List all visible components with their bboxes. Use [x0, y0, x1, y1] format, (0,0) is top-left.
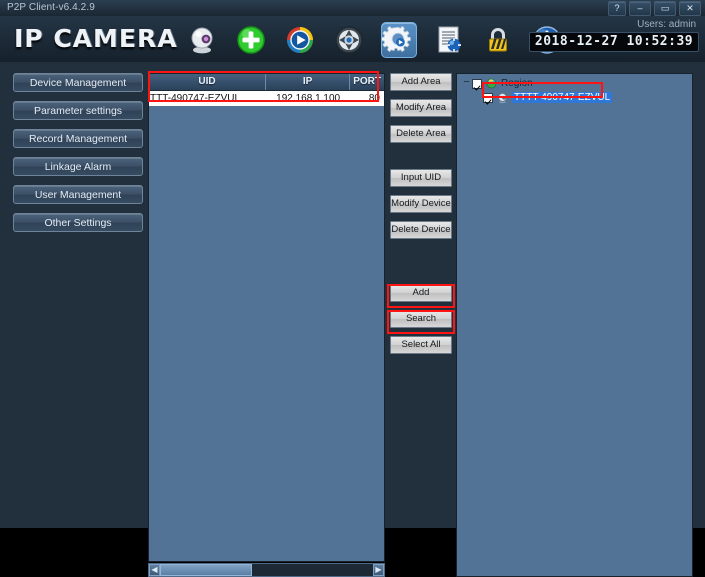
scroll-track[interactable] — [160, 564, 373, 576]
device-list-header: UID IP PORT — [149, 74, 384, 91]
search-button[interactable]: Search — [390, 310, 452, 328]
cell-uid: TTT-490747-EZVUL — [150, 93, 241, 104]
toolbar-icons — [185, 20, 564, 60]
sidebar-item-other-settings[interactable]: Other Settings — [13, 213, 143, 232]
application-window: P2P Client-v6.4.2.9 ? – ▭ ✕ IP CAMERA Us… — [0, 0, 705, 577]
window-controls: ? – ▭ ✕ — [608, 0, 701, 16]
sidebar-item-record-management[interactable]: Record Management — [13, 129, 143, 148]
camera-icon[interactable] — [185, 23, 219, 57]
column-header-ip[interactable]: IP — [266, 74, 351, 90]
ptz-control-icon[interactable] — [332, 23, 366, 57]
playback-icon[interactable] — [283, 23, 317, 57]
user-info: Users: admin 2018-12-27 10:52:39 — [529, 19, 699, 52]
minimize-button[interactable]: – — [629, 0, 651, 16]
delete-area-button[interactable]: Delete Area — [390, 125, 452, 143]
tree-node-region[interactable]: − Region — [461, 77, 692, 90]
sidebar-item-parameter-settings[interactable]: Parameter settings — [13, 101, 143, 120]
scroll-right-arrow-icon[interactable]: ▶ — [373, 564, 384, 576]
brand-title: IP CAMERA — [14, 24, 178, 53]
tree-label-device: TTTT-490747-EZVUL — [512, 92, 613, 103]
cell-port: 80 — [368, 93, 380, 104]
close-button[interactable]: ✕ — [679, 0, 701, 16]
region-tree-panel[interactable]: − Region TTTT-490747-EZVUL — [456, 73, 693, 577]
log-document-icon[interactable] — [432, 23, 466, 57]
action-button-column: Add Area Modify Area Delete Area Input U… — [390, 73, 452, 362]
add-area-button[interactable]: Add Area — [390, 73, 452, 91]
region-globe-icon — [485, 78, 498, 90]
sidebar-item-user-management[interactable]: User Management — [13, 185, 143, 204]
tree-checkbox-region[interactable] — [472, 78, 482, 89]
scroll-thumb[interactable] — [160, 564, 252, 576]
tree-label-region: Region — [501, 78, 533, 89]
maximize-button[interactable]: ▭ — [654, 0, 676, 16]
device-list-panel[interactable]: UID IP PORT TTT-490747-EZVUL 192.168.1.1… — [148, 73, 385, 562]
user-label: Users: admin — [637, 19, 696, 30]
modify-device-button[interactable]: Modify Device — [390, 195, 452, 213]
collapse-expander-icon[interactable]: − — [461, 77, 472, 89]
add-button[interactable]: Add — [390, 284, 452, 302]
lock-icon[interactable] — [481, 23, 515, 57]
device-list-hscrollbar[interactable]: ◀ ▶ — [148, 563, 385, 577]
title-bar: P2P Client-v6.4.2.9 ? – ▭ ✕ — [0, 0, 705, 17]
device-camera-icon — [496, 92, 509, 104]
table-row[interactable]: TTT-490747-EZVUL 192.168.1.100 80 — [149, 91, 384, 106]
help-button[interactable]: ? — [608, 0, 626, 16]
add-plus-icon[interactable] — [234, 23, 268, 57]
datetime-display: 2018-12-27 10:52:39 — [529, 32, 699, 52]
column-header-port[interactable]: PORT — [350, 74, 384, 90]
main-content: Device Management Parameter settings Rec… — [0, 62, 705, 577]
cell-ip: 192.168.1.100 — [276, 93, 341, 104]
delete-device-button[interactable]: Delete Device — [390, 221, 452, 239]
settings-gear-icon[interactable] — [381, 22, 417, 58]
tree-checkbox-device[interactable] — [483, 92, 493, 103]
header-bar: IP CAMERA Users: admin 2018-12-27 10:52:… — [0, 16, 705, 63]
column-header-uid[interactable]: UID — [149, 74, 266, 90]
modify-area-button[interactable]: Modify Area — [390, 99, 452, 117]
sidebar: Device Management Parameter settings Rec… — [13, 73, 143, 241]
window-title: P2P Client-v6.4.2.9 — [7, 2, 95, 13]
input-uid-button[interactable]: Input UID — [390, 169, 452, 187]
select-all-button[interactable]: Select All — [390, 336, 452, 354]
sidebar-item-linkage-alarm[interactable]: Linkage Alarm — [13, 157, 143, 176]
sidebar-item-device-management[interactable]: Device Management — [13, 73, 143, 92]
tree-node-device[interactable]: TTTT-490747-EZVUL — [483, 91, 692, 104]
scroll-left-arrow-icon[interactable]: ◀ — [149, 564, 160, 576]
